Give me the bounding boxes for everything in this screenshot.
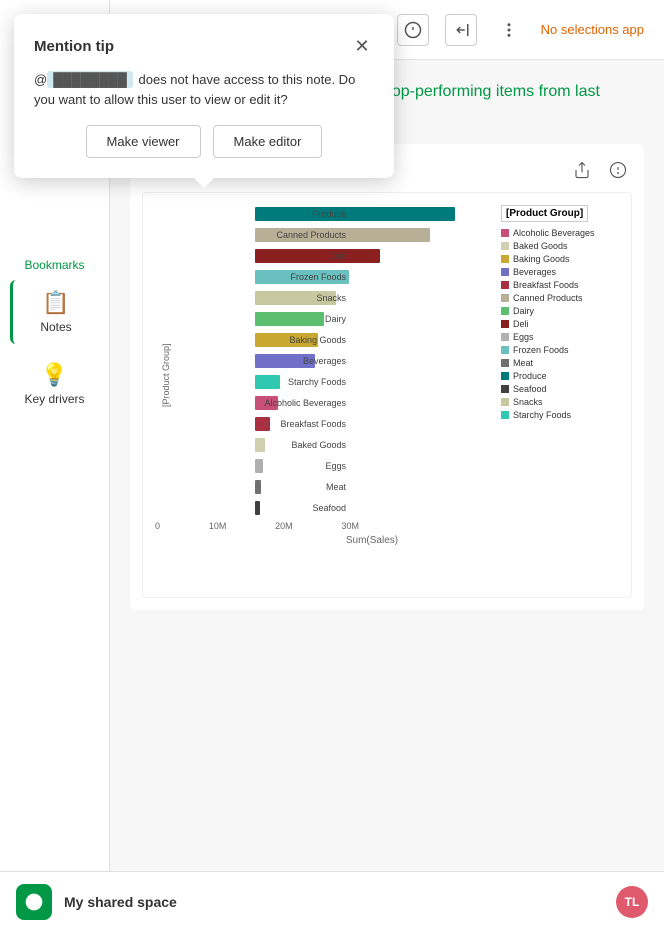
mention-tip-body: @████████ does not have access to this n… [34,70,374,109]
mention-tip-popup: Mention tip ✕ @████████ does not have ac… [14,14,394,178]
mention-tip-overlay: Mention tip ✕ @████████ does not have ac… [0,0,664,931]
mentioned-user: ████████ [47,71,133,88]
mention-tip-actions: Make viewer Make editor [34,125,374,158]
mention-tip-title: Mention tip [34,38,114,55]
make-editor-button[interactable]: Make editor [213,125,323,158]
make-viewer-button[interactable]: Make viewer [86,125,201,158]
mention-tip-header: Mention tip ✕ [34,34,374,58]
close-button[interactable]: ✕ [350,34,374,58]
